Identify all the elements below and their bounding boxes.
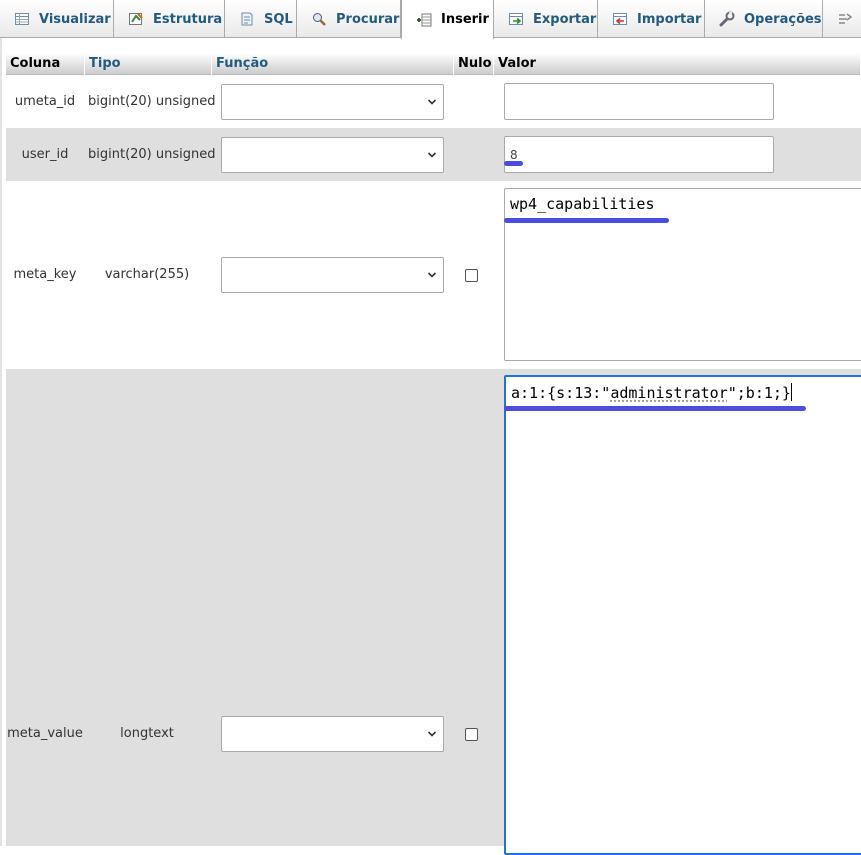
table-row: umeta_id bigint(20) unsigned: [6, 76, 861, 128]
tab-visualizar[interactable]: Visualizar: [0, 0, 114, 38]
search-icon: [311, 11, 327, 27]
tab-operacoes[interactable]: Operações: [705, 0, 823, 38]
tab-importar[interactable]: Importar: [598, 0, 705, 38]
tab-label: Inserir: [441, 12, 489, 27]
value-textarea-meta-key[interactable]: wp4_capabilities: [504, 188, 861, 361]
chevron-down-icon: [427, 152, 437, 158]
tab-bar: Visualizar Estrutura SQL Procurar Inseri…: [0, 0, 861, 39]
text-caret: [790, 383, 792, 401]
column-type: longtext: [120, 726, 174, 741]
value-textarea-meta-value[interactable]: a:1:{s:13:"administrator";b:1;}: [504, 375, 861, 855]
header-value: Valor: [494, 53, 861, 75]
value-input-umeta-id[interactable]: [504, 83, 774, 120]
tab-label: Procurar: [336, 11, 400, 27]
column-type: bigint(20) unsigned: [88, 147, 216, 162]
tab-inserir[interactable]: Inserir: [401, 0, 494, 39]
header-function[interactable]: Função: [212, 53, 454, 75]
null-checkbox[interactable]: [465, 269, 478, 282]
tab-label: Visualizar: [39, 11, 111, 27]
header-null: Nulo: [454, 53, 494, 75]
null-checkbox[interactable]: [465, 728, 478, 741]
header-type[interactable]: Tipo: [85, 53, 212, 75]
left-border: [0, 38, 2, 846]
triggers-icon: [837, 11, 853, 27]
chevron-down-icon: [427, 99, 437, 105]
tab-sql[interactable]: SQL: [225, 0, 297, 38]
function-select[interactable]: [221, 257, 444, 293]
tab-label: Operações: [744, 11, 822, 27]
sql-icon: [239, 11, 255, 27]
export-icon: [508, 11, 524, 27]
chevron-down-icon: [427, 731, 437, 737]
value-text-suffix: ";b:1;}: [727, 384, 791, 402]
highlight-underline: [504, 406, 806, 411]
header-column: Coluna: [6, 53, 85, 75]
column-name: user_id: [21, 147, 69, 162]
table-row: meta_value longtext a:1:{s:13:"administr…: [6, 369, 861, 855]
table-row: user_id bigint(20) unsigned 8: [6, 128, 861, 181]
tab-exportar[interactable]: Exportar: [494, 0, 598, 38]
wrench-icon: [719, 11, 735, 27]
highlight-underline: [504, 218, 669, 223]
column-name: meta_value: [7, 726, 83, 741]
function-select[interactable]: [221, 716, 444, 752]
tab-label: Importar: [637, 11, 702, 27]
tab-more[interactable]: [823, 0, 861, 38]
structure-icon: [128, 11, 144, 27]
column-name: umeta_id: [14, 94, 76, 109]
browse-table-icon: [14, 11, 30, 27]
tab-procurar[interactable]: Procurar: [297, 0, 401, 38]
value-text-spellcheck: administrator: [610, 384, 728, 402]
tab-label: SQL: [264, 11, 293, 27]
column-type: bigint(20) unsigned: [88, 94, 216, 109]
import-icon: [612, 11, 628, 27]
function-select[interactable]: [221, 84, 444, 120]
column-name: meta_key: [13, 267, 77, 282]
function-select[interactable]: [221, 137, 444, 173]
chevron-down-icon: [427, 272, 437, 278]
tab-label: Exportar: [533, 11, 597, 27]
insert-icon: [416, 12, 432, 28]
column-type: varchar(255): [104, 267, 190, 282]
tab-label: Estrutura: [153, 11, 223, 27]
value-text-prefix: a:1:{s:13:": [511, 384, 611, 402]
highlight-underline: [504, 161, 523, 166]
table-header: Coluna Tipo Função Nulo Valor: [6, 53, 861, 75]
table-row: meta_key varchar(255) wp4_capabilities: [6, 181, 861, 369]
tab-estrutura[interactable]: Estrutura: [114, 0, 225, 38]
value-input-user-id[interactable]: 8: [504, 136, 774, 173]
